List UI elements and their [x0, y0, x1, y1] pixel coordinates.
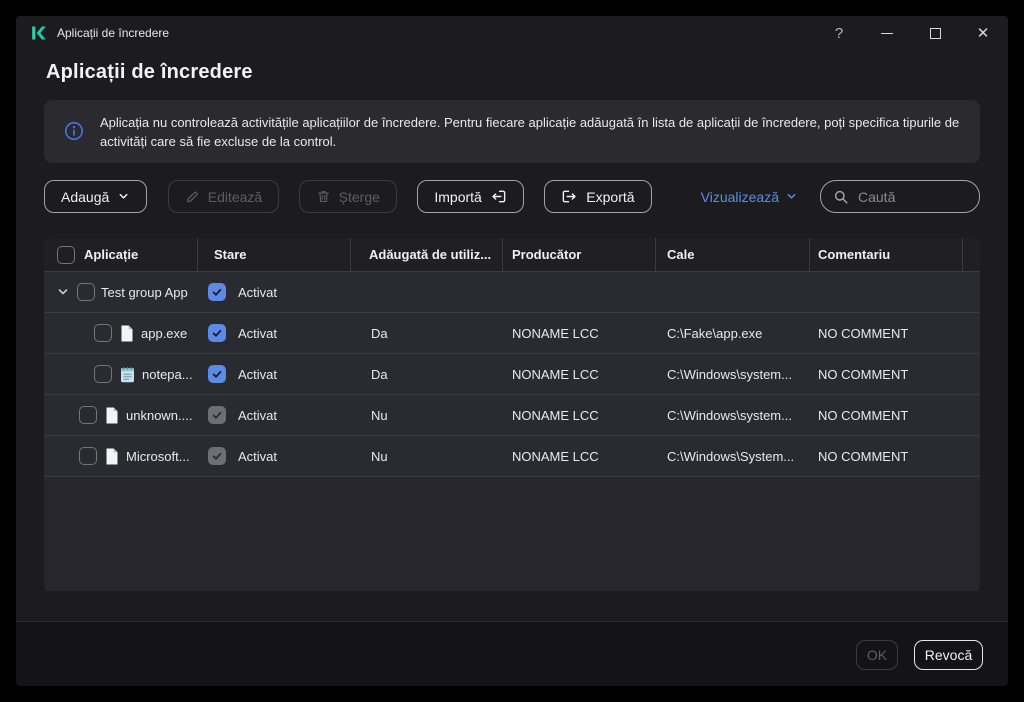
- chevron-down-icon: [787, 193, 796, 199]
- status-label: Activat: [238, 325, 278, 341]
- search-input[interactable]: [858, 188, 967, 205]
- table-row[interactable]: notepa... Activat Da NONAME LCC C:\Windo…: [44, 354, 980, 395]
- collapse-chevron-icon[interactable]: [56, 285, 70, 299]
- row-checkbox[interactable]: [94, 365, 112, 383]
- view-dropdown[interactable]: Vizualizează: [701, 189, 798, 205]
- file-icon: [106, 407, 118, 423]
- pencil-icon: [186, 191, 198, 203]
- column-header-added-by-user: Adăugată de utiliz...: [351, 238, 503, 271]
- chevron-down-icon: [119, 193, 128, 199]
- comment-value: NO COMMENT: [818, 325, 909, 341]
- titlebar: Aplicații de încredere ? ✕: [16, 16, 1008, 50]
- minimize-button[interactable]: [875, 21, 899, 45]
- column-header-extra: [963, 238, 980, 271]
- status-label: Activat: [238, 407, 278, 423]
- close-button[interactable]: ✕: [971, 21, 995, 45]
- vendor-value: NONAME LCC: [512, 407, 599, 423]
- added-by-user-value: Nu: [371, 448, 388, 464]
- toolbar: Adaugă Editează Șterge Importă Exportă V…: [44, 180, 980, 213]
- trash-icon: [317, 191, 329, 203]
- application-name: unknown....: [126, 407, 193, 423]
- select-all-checkbox[interactable]: [57, 245, 75, 264]
- table-header: Aplicație Stare Adăugată de utiliz... Pr…: [44, 238, 980, 272]
- search-box: [820, 180, 980, 213]
- info-banner-text: Aplicația nu controlează activitățile ap…: [100, 115, 960, 149]
- table-row[interactable]: Microsoft... Activat Nu NONAME LCC C:\Wi…: [44, 436, 980, 477]
- vendor-value: NONAME LCC: [512, 366, 599, 382]
- table-empty-area: [44, 477, 980, 591]
- import-icon: [492, 190, 506, 203]
- check-icon: [212, 452, 222, 460]
- column-header-comment: Comentariu: [810, 238, 963, 271]
- status-label: Activat: [238, 366, 278, 382]
- status-label: Activat: [238, 448, 278, 464]
- trusted-applications-window: Aplicații de încredere ? ✕ Aplicații de …: [16, 16, 1008, 686]
- kaspersky-logo-icon: [32, 26, 46, 40]
- check-icon: [212, 288, 222, 296]
- help-button[interactable]: ?: [827, 21, 851, 45]
- maximize-icon: [929, 27, 941, 39]
- info-banner: Aplicația nu controlează activitățile ap…: [44, 100, 980, 163]
- comment-value: NO COMMENT: [818, 407, 909, 423]
- group-name: Test group App: [101, 284, 188, 300]
- added-by-user-value: Da: [371, 325, 388, 341]
- check-icon: [212, 411, 222, 419]
- export-button[interactable]: Exportă: [544, 180, 652, 213]
- table-row[interactable]: unknown.... Activat Nu NONAME LCC C:\Win…: [44, 395, 980, 436]
- row-checkbox[interactable]: [79, 447, 97, 465]
- add-button[interactable]: Adaugă: [44, 180, 148, 213]
- path-value: C:\Windows\system...: [667, 407, 792, 423]
- application-name: Microsoft...: [126, 448, 190, 464]
- check-icon: [212, 329, 222, 337]
- check-icon: [212, 370, 222, 378]
- path-value: C:\Fake\app.exe: [667, 325, 763, 341]
- comment-value: NO COMMENT: [818, 366, 909, 382]
- row-checkbox[interactable]: [94, 324, 112, 342]
- application-name: app.exe: [141, 325, 188, 341]
- added-by-user-value: Nu: [371, 407, 388, 423]
- application-name: notepa...: [142, 366, 193, 382]
- vendor-value: NONAME LCC: [512, 448, 599, 464]
- column-header-application: Aplicație: [84, 247, 139, 262]
- maximize-button[interactable]: [923, 21, 947, 45]
- column-header-path: Cale: [656, 238, 810, 271]
- file-icon: [106, 448, 118, 464]
- path-value: C:\Windows\system...: [667, 366, 792, 382]
- status-checkbox[interactable]: [208, 283, 226, 301]
- notepad-icon: [121, 366, 134, 382]
- search-icon: [834, 190, 848, 203]
- ok-button[interactable]: OK: [856, 640, 898, 670]
- status-checkbox[interactable]: [208, 324, 226, 342]
- column-header-vendor: Producător: [503, 238, 656, 271]
- comment-value: NO COMMENT: [818, 448, 909, 464]
- footer: OK Revocă: [16, 621, 1008, 686]
- applications-table: Aplicație Stare Adăugată de utiliz... Pr…: [44, 238, 980, 592]
- window-title: Aplicații de încredere: [57, 26, 170, 40]
- status-checkbox: [208, 406, 226, 424]
- page-title: Aplicații de încredere: [46, 61, 253, 83]
- row-checkbox[interactable]: [77, 283, 95, 301]
- column-header-status: Stare: [198, 238, 351, 271]
- table-group-row[interactable]: Test group App Activat: [44, 272, 980, 313]
- import-button[interactable]: Importă: [417, 180, 524, 213]
- edit-button[interactable]: Editează: [167, 180, 280, 213]
- file-icon: [121, 325, 133, 341]
- row-checkbox[interactable]: [79, 406, 97, 424]
- minimize-icon: [881, 32, 893, 34]
- path-value: C:\Windows\System...: [667, 448, 795, 464]
- export-icon: [562, 190, 576, 203]
- status-checkbox: [208, 447, 226, 465]
- added-by-user-value: Da: [371, 366, 388, 382]
- vendor-value: NONAME LCC: [512, 325, 599, 341]
- info-icon: [65, 122, 83, 140]
- status-label: Activat: [238, 284, 278, 300]
- delete-button[interactable]: Șterge: [298, 180, 397, 213]
- status-checkbox[interactable]: [208, 365, 226, 383]
- table-row[interactable]: app.exe Activat Da NONAME LCC C:\Fake\ap…: [44, 313, 980, 354]
- cancel-button[interactable]: Revocă: [914, 640, 983, 670]
